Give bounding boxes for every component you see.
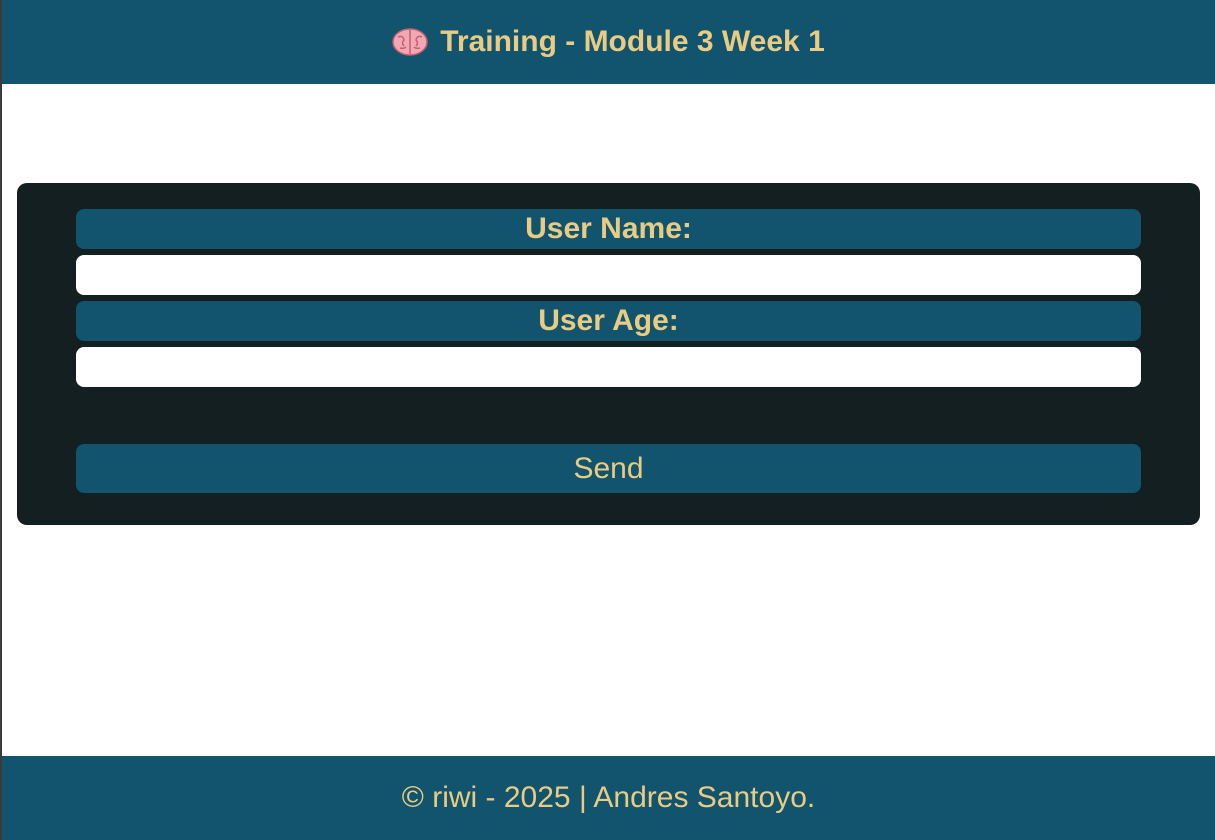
footer-text: © riwi - 2025 | Andres Santoyo. (401, 781, 816, 814)
send-button[interactable]: Send (76, 444, 1141, 493)
user-form: User Name: User Age: Send (17, 183, 1200, 525)
username-input[interactable] (76, 255, 1141, 295)
username-label: User Name: (76, 209, 1141, 249)
brain-icon (392, 27, 428, 57)
age-input[interactable] (76, 347, 1141, 387)
page-title: Training - Module 3 Week 1 (440, 25, 825, 58)
age-label: User Age: (76, 301, 1141, 341)
page-header: Training - Module 3 Week 1 (2, 0, 1215, 84)
window-edge (0, 0, 2, 840)
page-footer: © riwi - 2025 | Andres Santoyo. (2, 756, 1215, 840)
